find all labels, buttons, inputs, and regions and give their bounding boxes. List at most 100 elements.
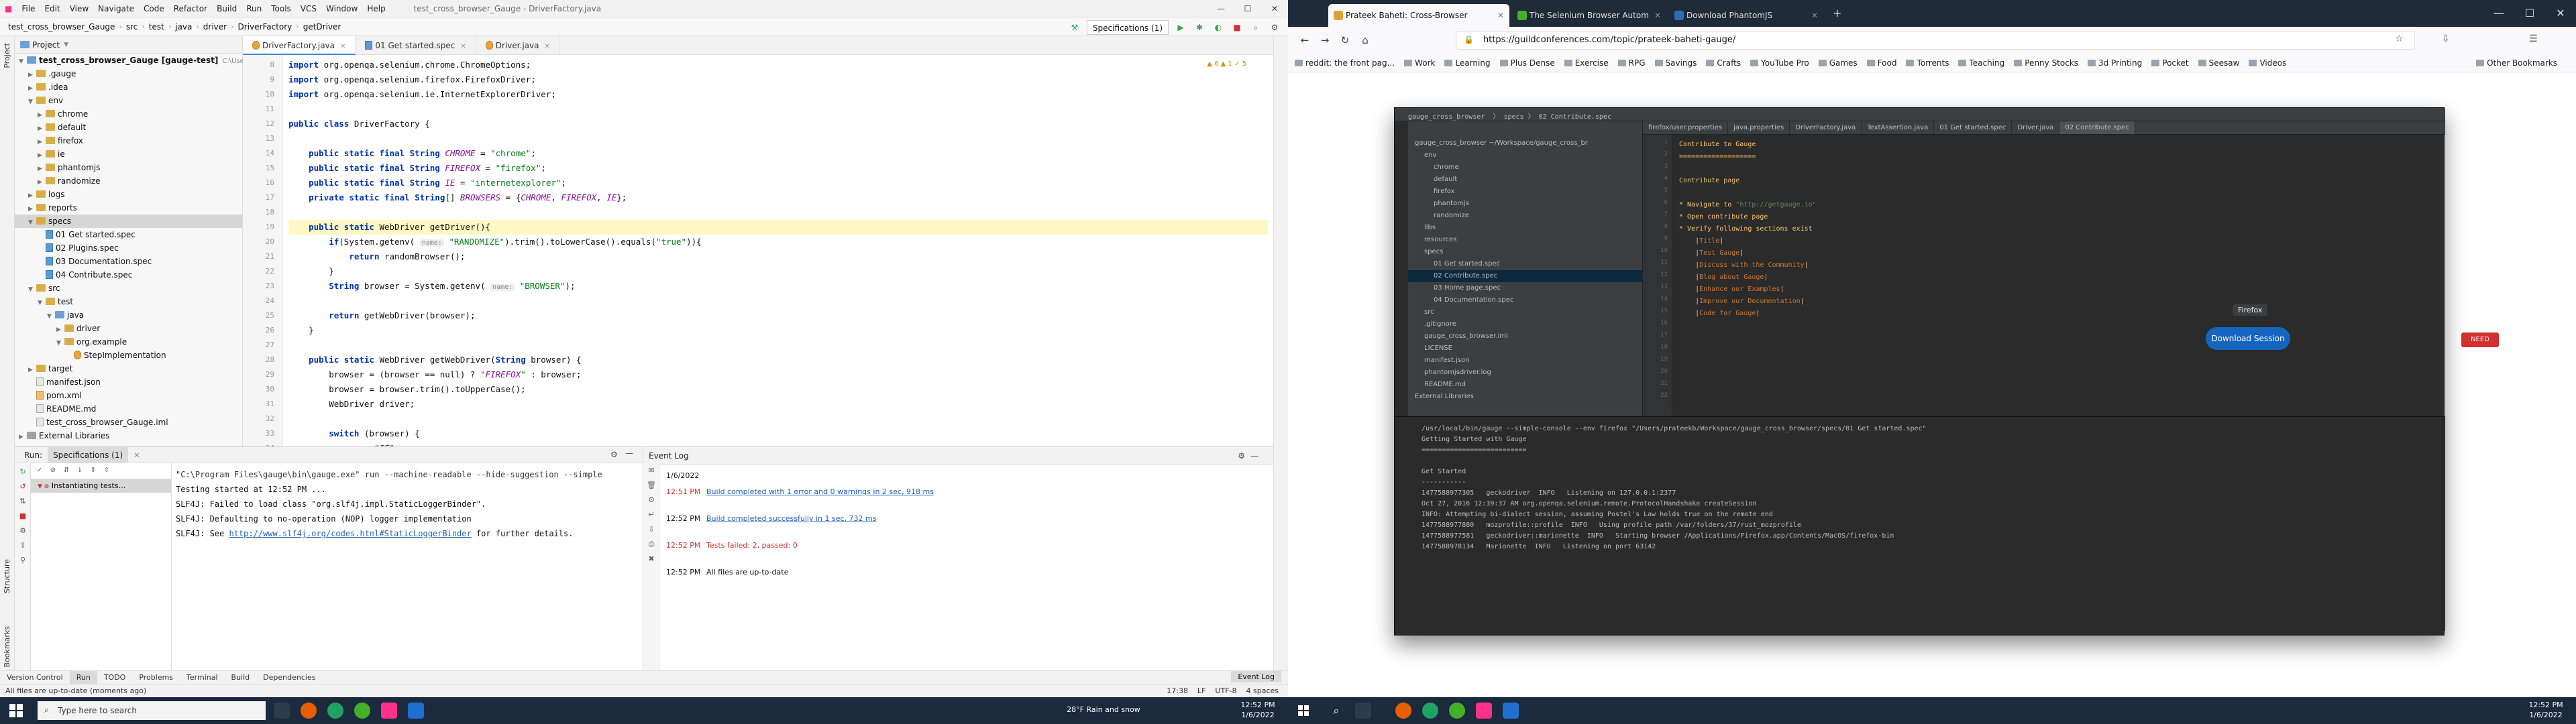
breadcrumb-item[interactable]: java [171,22,196,32]
chrome-icon[interactable] [327,703,343,719]
tool-bookmarks[interactable]: Bookmarks [3,626,11,667]
bookmark-item[interactable]: YouTube Pro [1750,58,1809,68]
firefox-icon[interactable] [301,703,317,719]
chevron-right-icon[interactable]: ▶ [28,363,36,377]
chevron-down-icon[interactable]: ▼ [28,95,36,109]
clock-time[interactable]: 12:52 PM [1234,701,1281,710]
menu-item-refactor[interactable]: Refactor [169,4,212,13]
downloads-icon[interactable]: ⇩ [2442,34,2450,44]
pin-icon[interactable]: ⚲ [17,554,29,566]
breadcrumb-item[interactable]: src [122,22,142,32]
tree-item[interactable]: ▶ logs [15,188,242,201]
tool-tab-todo[interactable]: TODO [97,673,133,682]
scroll-end-icon[interactable]: ⇩ [645,525,657,537]
bookmark-item[interactable]: Penny Stocks [2014,58,2078,68]
breadcrumb-item[interactable]: test_cross_browser_Gauge [4,22,119,32]
minimize-icon[interactable]: — [1208,0,1234,17]
editor-tab[interactable]: Driver.java ✕ [476,36,560,55]
download-session-button[interactable]: Download Session [2206,327,2290,350]
debug-icon[interactable]: ✱ [1193,21,1206,34]
tree-item[interactable]: ▶ firefox [15,134,242,147]
event-log-tab[interactable]: Event Log [1231,671,1281,682]
clock-date[interactable]: 1/6/2022 [2522,711,2569,720]
tree-item[interactable]: ▼ org.example [15,335,242,349]
chevron-down-icon[interactable]: ▼ [56,337,64,350]
tree-item[interactable]: StepImplementation [15,349,242,362]
close-icon[interactable]: ✕ [1497,4,1504,27]
bookmark-star-icon[interactable]: ☆ [2395,34,2404,44]
breadcrumb-item[interactable]: getDriver [299,22,345,32]
stop-icon[interactable]: ■ [1230,21,1244,34]
chevron-down-icon[interactable]: ▼ [38,296,46,310]
tree-item[interactable]: ▶ target [15,362,242,375]
menu-item-window[interactable]: Window [321,4,362,13]
cancel-icon[interactable]: ⊘ [48,467,58,476]
event-link[interactable]: Build completed successfully in 1 sec, 7… [706,514,876,523]
tree-item[interactable]: ▼ env [15,94,242,107]
chevron-right-icon[interactable]: ▶ [28,202,36,216]
run-console[interactable]: "C:\Program Files\gauge\bin\gauge.exe" r… [176,467,645,668]
bookmark-item[interactable]: Torrents [1906,58,1949,68]
bookmark-item[interactable]: Videos [2249,58,2286,68]
app-icon[interactable] [408,703,424,719]
start-icon[interactable] [1298,705,1309,716]
bookmark-item[interactable]: Food [1867,58,1897,68]
menu-item-build[interactable]: Build [212,4,241,13]
tree-item[interactable]: ▶ .idea [15,80,242,94]
weather-widget[interactable]: 28°F Rain and snow [1046,705,1161,715]
delete-icon[interactable]: 🗑 [645,481,657,493]
close-icon[interactable]: ✕ [2545,0,2576,27]
forward-icon[interactable]: → [1315,34,1335,46]
menu-item-file[interactable]: File [17,4,40,13]
menu-item-code[interactable]: Code [139,4,169,13]
tree-item[interactable]: ▶ .gauge [15,67,242,80]
tree-item[interactable]: ▼ java [15,308,242,322]
need-help-button[interactable]: NEED HELP? [2461,333,2499,358]
tool-structure[interactable]: Structure [3,559,11,593]
reload-icon[interactable]: ↻ [1335,34,1355,46]
browser-tab-active[interactable]: Prateek Baheti: Cross-Browser ✕ [1328,4,1509,27]
bookmark-item[interactable]: Teaching [1958,58,2004,68]
code-area[interactable]: import org.openqa.selenium.chrome.Chrome… [288,55,1268,446]
clock-date[interactable]: 1/6/2022 [1234,711,1281,720]
bookmark-item[interactable]: Learning [1444,58,1490,68]
intellij-icon[interactable] [1476,703,1492,719]
print-icon[interactable]: ⎙ [645,540,657,552]
editor-tab[interactable]: 01 Get started.spec ✕ [356,36,476,55]
close-icon[interactable]: ✕ [1261,0,1288,17]
breadcrumb-item[interactable]: test [145,22,168,32]
maximize-icon[interactable]: ☐ [1234,0,1261,17]
menu-item-help[interactable]: Help [362,4,390,13]
hide-icon[interactable]: — [625,448,633,458]
hammer-icon[interactable]: ⚒ [1068,21,1081,34]
status-item[interactable]: LF [1197,684,1205,698]
other-bookmarks[interactable]: Other Bookmarks [2476,58,2557,68]
app-icon[interactable] [354,703,370,719]
close-icon[interactable]: ✕ [133,450,140,460]
tool-tab-build[interactable]: Build [225,673,257,682]
status-item[interactable]: 17:38 [1167,684,1188,698]
rerun-failed-icon[interactable]: ↺ [17,481,29,493]
chevron-right-icon[interactable]: ▶ [38,162,46,176]
run-icon[interactable]: ▶ [1174,21,1187,34]
lock-icon[interactable]: 🔒 [1464,35,1474,44]
close-icon[interactable]: ✕ [544,43,549,50]
chevron-right-icon[interactable]: ▶ [38,135,46,149]
tool-tab-problems[interactable]: Problems [132,673,180,682]
minimize-icon[interactable]: — [2483,0,2514,27]
toggle-icon[interactable]: ⇅ [17,495,29,507]
chevron-right-icon[interactable]: ▶ [28,82,36,95]
tree-item[interactable]: ▶ External Libraries [15,429,242,442]
menu-item-edit[interactable]: Edit [40,4,64,13]
status-item[interactable]: UTF-8 [1215,684,1236,698]
url-field[interactable]: https://guildconferences.com/topic/prate… [1456,31,2415,50]
export-icon[interactable]: ⇪ [17,540,29,552]
menu-item-view[interactable]: View [65,4,93,13]
browser-tab[interactable]: Download PhantomJS ✕ [1669,4,1823,27]
bookmark-item[interactable]: 3d Printing [2088,58,2142,68]
menu-item-run[interactable]: Run [241,4,266,13]
event-link[interactable]: Build completed with 1 error and 0 warni… [706,487,934,496]
coverage-icon[interactable]: ◐ [1212,21,1225,34]
run-config-select[interactable]: Specifications (1) [1086,20,1169,35]
maximize-icon[interactable]: ☐ [2514,0,2545,27]
